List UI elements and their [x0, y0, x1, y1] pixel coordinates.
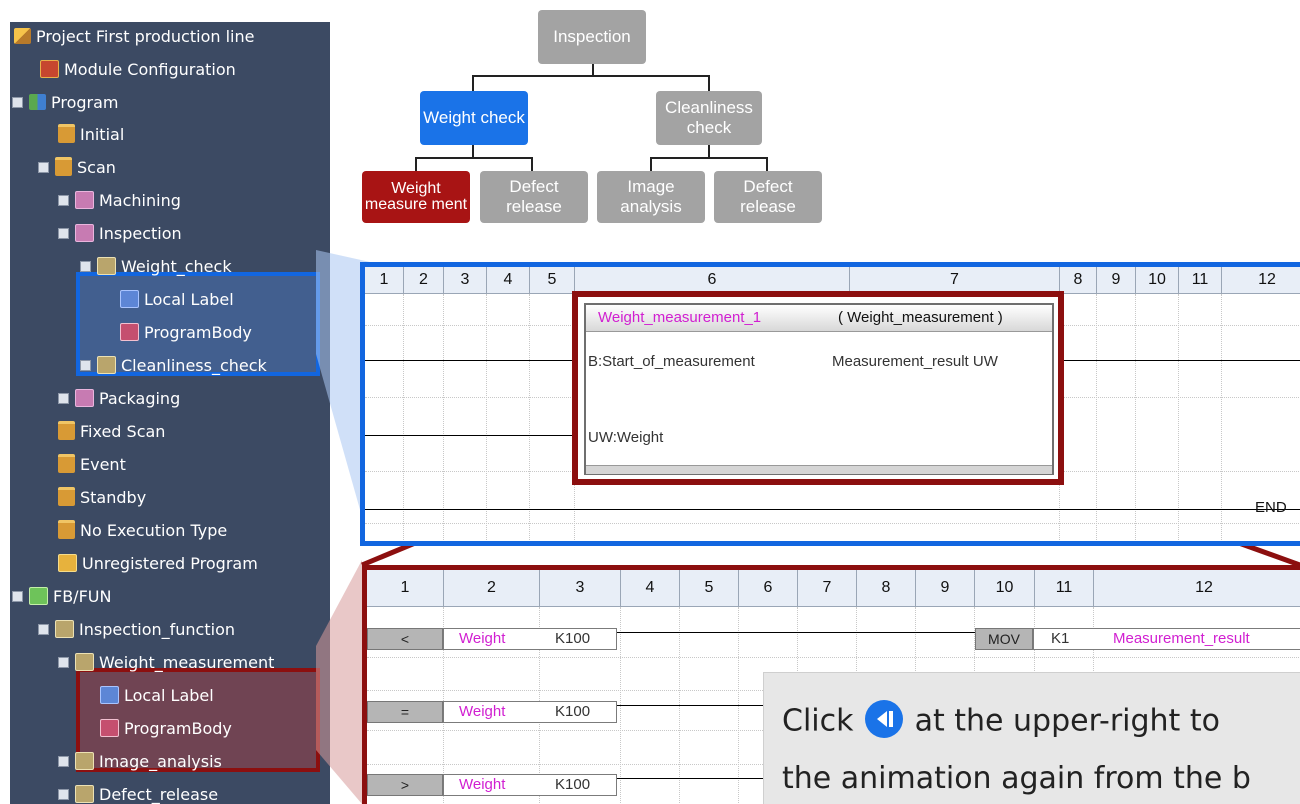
- diagram-node-weight-measurement: Weight measure ment: [362, 171, 470, 223]
- mov-instruction[interactable]: MOV: [975, 628, 1033, 650]
- column-header-cell: 8: [857, 570, 916, 606]
- end-instruction: END: [1255, 499, 1287, 516]
- column-header-cell: 7: [798, 570, 857, 606]
- fb-output-result: Measurement_result UW: [832, 353, 998, 370]
- column-header: 1 2 3 4 5 6 7 8 9 10 11 12: [365, 267, 1300, 294]
- column-header-cell: 1: [365, 267, 404, 293]
- column-header-cell: 3: [540, 570, 621, 606]
- column-header-cell: 10: [1136, 267, 1179, 293]
- column-header-cell: 4: [487, 267, 530, 293]
- column-header-cell: 4: [621, 570, 680, 606]
- operand-variable: Weight: [459, 630, 506, 647]
- fb-type-name: ( Weight_measurement ): [838, 309, 1003, 326]
- column-header-cell: 2: [404, 267, 444, 293]
- mov-destination: Measurement_result: [1113, 630, 1250, 647]
- column-header-cell: 11: [1035, 570, 1094, 606]
- column-header-cell: 6: [739, 570, 798, 606]
- column-header-cell: 5: [530, 267, 575, 293]
- column-header-cell: 12: [1258, 271, 1276, 288]
- column-header-cell: 8: [1060, 267, 1097, 293]
- compare-greater-than[interactable]: >: [367, 774, 443, 796]
- column-header-cell: 11: [1179, 267, 1222, 293]
- compare-equal[interactable]: =: [367, 701, 443, 723]
- function-block-highlight: Weight_measurement_1 ( Weight_measuremen…: [572, 291, 1064, 485]
- tooltip-text-click: Click: [782, 703, 854, 739]
- fb-input-start: B:Start_of_measurement: [588, 353, 755, 370]
- diagram-node-inspection: Inspection: [538, 10, 646, 64]
- tooltip-text-upper-right: at the upper-right to: [914, 703, 1220, 739]
- operand-variable: Weight: [459, 776, 506, 793]
- fb-instance-name: Weight_measurement_1: [598, 309, 762, 326]
- mov-source: K1: [1051, 630, 1070, 647]
- lower-ladder-editor: 1 2 3 4 5 6 7 8 9 10 11 12 < Weight K100…: [362, 565, 1300, 804]
- tooltip-text-line2: the animation again from the b: [782, 761, 1251, 796]
- diagram-node-image-analysis: Image analysis: [597, 171, 705, 223]
- diagram-node-defect-release-2: Defect release: [714, 171, 822, 223]
- column-header-cell: 9: [1097, 267, 1136, 293]
- operand-constant: K100: [555, 630, 591, 647]
- column-header: 1 2 3 4 5 6 7 8 9 10 11 12: [367, 570, 1300, 607]
- diagram-node-cleanliness-check: Cleanliness check: [656, 91, 762, 145]
- operand-constant: K100: [555, 776, 591, 793]
- column-header-cell: 10: [975, 570, 1035, 606]
- replay-icon[interactable]: [865, 700, 904, 738]
- function-block[interactable]: Weight_measurement_1 ( Weight_measuremen…: [584, 303, 1054, 475]
- column-header-cell: 9: [916, 570, 975, 606]
- column-header-cell: 3: [444, 267, 487, 293]
- operand-variable: Weight: [459, 703, 506, 720]
- diagram-node-defect-release: Defect release: [480, 171, 588, 223]
- diagram-node-weight-check: Weight check: [420, 91, 528, 145]
- compare-less-than[interactable]: <: [367, 628, 443, 650]
- operand-constant: K100: [555, 703, 591, 720]
- column-header-cell: 1: [367, 570, 444, 606]
- column-header-cell: 12: [1195, 579, 1213, 596]
- column-header-cell: 2: [444, 570, 540, 606]
- column-header-cell: 5: [680, 570, 739, 606]
- column-header-cell: 6: [575, 267, 850, 293]
- column-header-cell: 7: [850, 267, 1060, 293]
- fb-input-weight: UW:Weight: [588, 429, 664, 446]
- replay-tooltip: Click at the upper-right to the animatio…: [763, 672, 1300, 804]
- upper-ladder-editor: 1 2 3 4 5 6 7 8 9 10 11 12 END Weight_me…: [360, 262, 1300, 546]
